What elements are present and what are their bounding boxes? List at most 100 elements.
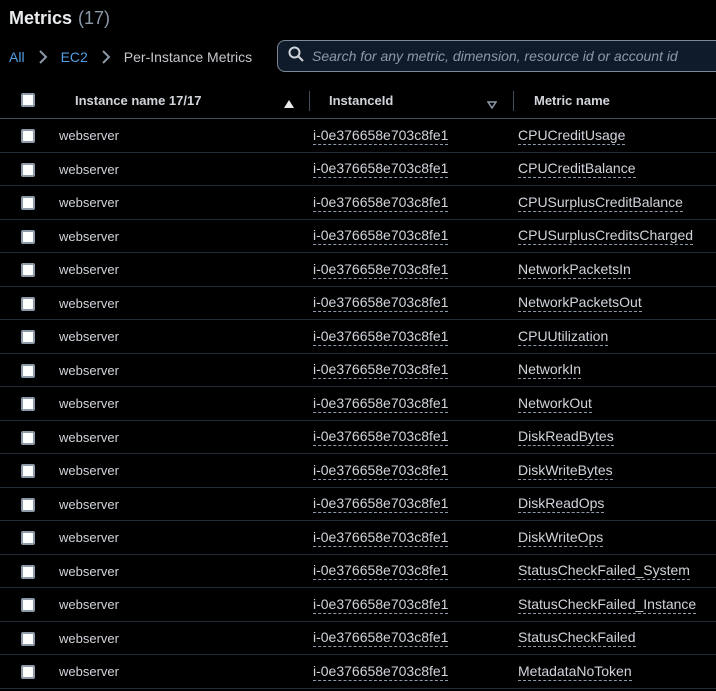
table-row[interactable]: webserver i-0e376658e703c8fe1 DiskReadOps <box>0 488 716 522</box>
metric-name-link[interactable]: DiskWriteBytes <box>518 462 613 480</box>
column-divider[interactable] <box>513 91 514 111</box>
instance-id-cell: i-0e376658e703c8fe1 <box>313 622 449 656</box>
metric-name-link[interactable]: NetworkPacketsIn <box>518 261 631 279</box>
metric-name-cell: CPUCreditUsage <box>518 119 626 153</box>
metric-name-link[interactable]: StatusCheckFailed_System <box>518 562 690 581</box>
table-row[interactable]: webserver i-0e376658e703c8fe1 CPUSurplusCr… <box>0 220 716 253</box>
table-row[interactable]: webserver i-0e376658e703c8fe1 CPUCreditUsa… <box>0 119 716 153</box>
instance-name-cell: webserver <box>59 228 119 244</box>
metric-name-link[interactable]: DiskWriteOps <box>518 529 604 547</box>
instance-id-link[interactable]: i-0e376658e703c8fe1 <box>313 261 449 279</box>
row-checkbox[interactable] <box>21 296 35 311</box>
row-checkbox[interactable] <box>21 564 35 579</box>
table-row[interactable]: webserver i-0e376658e703c8fe1 MetadataNoTo… <box>0 655 716 689</box>
instance-id-link[interactable]: i-0e376658e703c8fe1 <box>313 663 449 681</box>
metric-name-link[interactable]: MetadataNoToken <box>518 663 632 681</box>
metric-name-link[interactable]: CPUCreditUsage <box>518 127 626 145</box>
table-row[interactable]: webserver i-0e376658e703c8fe1 StatusCheckF… <box>0 555 716 589</box>
instance-id-link[interactable]: i-0e376658e703c8fe1 <box>313 294 449 313</box>
instance-id-link[interactable]: i-0e376658e703c8fe1 <box>313 361 449 380</box>
instance-id-link[interactable]: i-0e376658e703c8fe1 <box>313 160 449 179</box>
metric-name-cell: DiskReadBytes <box>518 421 614 455</box>
metric-name-link[interactable]: StatusCheckFailed <box>518 629 636 648</box>
table-row[interactable]: webserver i-0e376658e703c8fe1 NetworkPacke… <box>0 253 716 287</box>
select-all-checkbox[interactable] <box>21 93 35 107</box>
instance-id-link[interactable]: i-0e376658e703c8fe1 <box>313 395 449 413</box>
row-checkbox[interactable] <box>21 229 35 244</box>
instance-id-link[interactable]: i-0e376658e703c8fe1 <box>313 227 449 246</box>
metric-name-link[interactable]: CPUUtilization <box>518 328 609 346</box>
instance-id-link[interactable]: i-0e376658e703c8fe1 <box>313 629 449 648</box>
metric-name-link[interactable]: CPUSurplusCreditBalance <box>518 194 683 212</box>
row-checkbox[interactable] <box>21 129 35 143</box>
search-input[interactable] <box>312 48 712 64</box>
row-checkbox[interactable] <box>21 631 35 646</box>
table-row[interactable]: webserver i-0e376658e703c8fe1 StatusCheckF… <box>0 588 716 622</box>
instance-id-cell: i-0e376658e703c8fe1 <box>313 421 449 455</box>
instance-id-cell: i-0e376658e703c8fe1 <box>313 555 449 589</box>
table-row[interactable]: webserver i-0e376658e703c8fe1 DiskWriteByt… <box>0 454 716 488</box>
row-checkbox[interactable] <box>21 196 35 210</box>
metric-name-link[interactable]: DiskReadOps <box>518 495 605 514</box>
instance-id-cell: i-0e376658e703c8fe1 <box>313 320 449 354</box>
row-checkbox[interactable] <box>21 397 35 411</box>
column-header-instance-id[interactable]: InstanceId <box>329 82 393 119</box>
instance-name-cell: webserver <box>59 429 119 445</box>
table-row[interactable]: webserver i-0e376658e703c8fe1 DiskReadByte… <box>0 421 716 455</box>
table-row[interactable]: webserver i-0e376658e703c8fe1 DiskWriteOps <box>0 521 716 555</box>
row-checkbox[interactable] <box>21 464 35 478</box>
row-checkbox[interactable] <box>21 531 35 545</box>
instance-id-link[interactable]: i-0e376658e703c8fe1 <box>313 462 449 480</box>
instance-id-cell: i-0e376658e703c8fe1 <box>313 521 449 555</box>
instance-name-cell: webserver <box>59 295 119 311</box>
instance-id-link[interactable]: i-0e376658e703c8fe1 <box>313 596 449 614</box>
row-checkbox[interactable] <box>21 665 35 679</box>
row-checkbox[interactable] <box>21 263 35 277</box>
row-checkbox[interactable] <box>21 162 35 177</box>
page-title: Metrics <box>9 8 73 28</box>
column-header-instance-name[interactable]: Instance name 17/17 <box>75 82 201 119</box>
instance-id-link[interactable]: i-0e376658e703c8fe1 <box>313 495 449 514</box>
metric-name-link[interactable]: CPUCreditBalance <box>518 160 636 179</box>
instance-id-link[interactable]: i-0e376658e703c8fe1 <box>313 127 449 145</box>
breadcrumb-ec2[interactable]: EC2 <box>61 49 88 65</box>
table-row[interactable]: webserver i-0e376658e703c8fe1 StatusCheckF… <box>0 622 716 656</box>
table-row[interactable]: webserver i-0e376658e703c8fe1 NetworkPacke… <box>0 287 716 320</box>
row-checkbox[interactable] <box>21 430 35 445</box>
table-row[interactable]: webserver i-0e376658e703c8fe1 NetworkIn <box>0 354 716 388</box>
metric-name-link[interactable]: CPUSurplusCreditsCharged <box>518 227 694 246</box>
instance-name-cell: webserver <box>59 195 119 211</box>
metric-name-cell: CPUUtilization <box>518 320 609 354</box>
sort-ascending-icon[interactable] <box>284 95 294 113</box>
metric-name-link[interactable]: DiskReadBytes <box>518 428 614 447</box>
column-divider[interactable] <box>309 91 310 111</box>
row-checkbox[interactable] <box>21 330 35 344</box>
metric-name-link[interactable]: NetworkIn <box>518 361 582 380</box>
metric-name-link[interactable]: NetworkOut <box>518 395 592 413</box>
table-row[interactable]: webserver i-0e376658e703c8fe1 NetworkOut <box>0 387 716 421</box>
table-row[interactable]: webserver i-0e376658e703c8fe1 CPUUtilizati… <box>0 320 716 354</box>
instance-id-link[interactable]: i-0e376658e703c8fe1 <box>313 529 449 547</box>
row-checkbox[interactable] <box>21 598 35 612</box>
table-row[interactable]: webserver i-0e376658e703c8fe1 CPUCreditBal… <box>0 153 716 186</box>
instance-id-link[interactable]: i-0e376658e703c8fe1 <box>313 194 449 212</box>
column-header-metric-name[interactable]: Metric name <box>534 82 610 119</box>
instance-id-cell: i-0e376658e703c8fe1 <box>313 354 449 388</box>
metric-name-cell: DiskReadOps <box>518 488 605 522</box>
instance-id-link[interactable]: i-0e376658e703c8fe1 <box>313 328 449 346</box>
breadcrumb-all[interactable]: All <box>9 49 25 65</box>
metric-name-link[interactable]: StatusCheckFailed_Instance <box>518 596 697 614</box>
metric-name-link[interactable]: NetworkPacketsOut <box>518 294 642 313</box>
row-checkbox[interactable] <box>21 497 35 512</box>
row-checkbox[interactable] <box>21 363 35 378</box>
search-box[interactable] <box>277 40 716 72</box>
instance-name-cell: webserver <box>59 362 119 378</box>
metric-name-cell: DiskWriteBytes <box>518 454 613 488</box>
table-row[interactable]: webserver i-0e376658e703c8fe1 CPUSurplusCr… <box>0 186 716 220</box>
instance-name-cell: webserver <box>59 630 119 646</box>
instance-id-link[interactable]: i-0e376658e703c8fe1 <box>313 562 449 581</box>
instance-id-cell: i-0e376658e703c8fe1 <box>313 387 449 421</box>
column-label-metric-name: Metric name <box>534 93 610 108</box>
instance-id-link[interactable]: i-0e376658e703c8fe1 <box>313 428 449 447</box>
sort-descending-icon[interactable] <box>486 96 498 114</box>
